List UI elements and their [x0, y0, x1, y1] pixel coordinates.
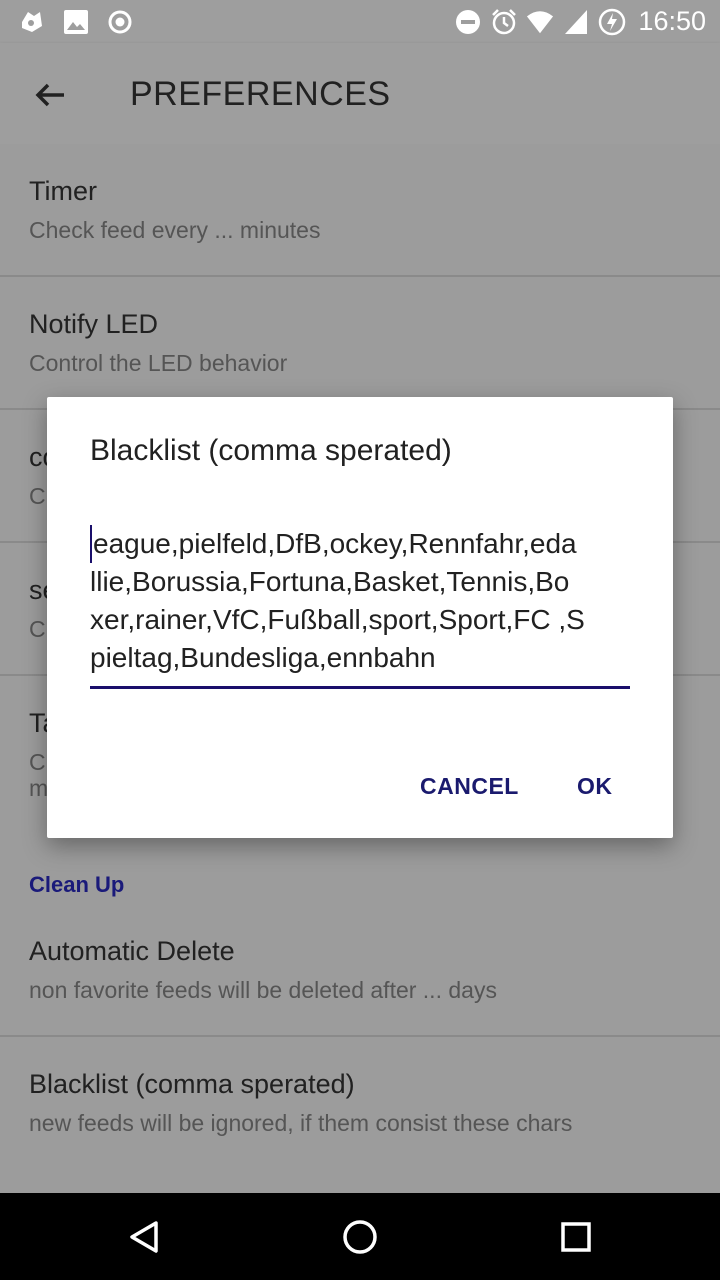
- ok-button[interactable]: OK: [577, 773, 613, 800]
- page-title: PREFERENCES: [130, 75, 391, 113]
- pref-automatic-delete[interactable]: Automatic Delete non favorite feeds will…: [0, 904, 720, 1037]
- pref-title: Blacklist (comma sperated): [29, 1069, 355, 1099]
- pref-title: Notify LED: [29, 309, 159, 339]
- pref-summary: new feeds will be ignored, if them consi…: [29, 1110, 573, 1136]
- pref-notify-led[interactable]: Notify LED Control the LED behavior: [0, 277, 720, 410]
- alarm-icon: [490, 8, 518, 36]
- input-line: llie,Borussia,Fortuna,Basket,Tennis,Bo: [90, 566, 570, 597]
- do-not-disturb-icon: [454, 8, 482, 36]
- input-line: pieltag,Bundesliga,ennbahn: [90, 642, 436, 673]
- blacklist-dialog: Blacklist (comma sperated) eague,pielfel…: [47, 397, 673, 838]
- recents-square-icon[interactable]: [552, 1213, 600, 1261]
- image-icon: [62, 8, 90, 36]
- app-bar: PREFERENCES: [0, 43, 720, 144]
- back-triangle-icon[interactable]: [120, 1213, 168, 1261]
- pref-summary: non favorite feeds will be deleted after…: [29, 977, 497, 1003]
- text-caret: [90, 525, 92, 563]
- blacklist-input[interactable]: eague,pielfeld,DfB,ockey,Rennfahr,eda ll…: [90, 525, 630, 689]
- pref-summary: Control the LED behavior: [29, 350, 288, 376]
- input-line: eague,pielfeld,DfB,ockey,Rennfahr,eda: [90, 525, 630, 563]
- dialog-title: Blacklist (comma sperated): [90, 434, 452, 467]
- blacklist-input-text[interactable]: eague,pielfeld,DfB,ockey,Rennfahr,eda ll…: [90, 525, 630, 677]
- app-notification-icon: [18, 8, 46, 36]
- wifi-icon: [526, 8, 554, 36]
- status-time: 16:50: [638, 6, 706, 36]
- pref-title: Automatic Delete: [29, 936, 235, 966]
- category-clean-up: Clean Up: [29, 872, 125, 897]
- pref-blacklist[interactable]: Blacklist (comma sperated) new feeds wil…: [0, 1037, 720, 1170]
- home-circle-icon[interactable]: [336, 1213, 384, 1261]
- arrow-back-icon[interactable]: [30, 75, 70, 115]
- status-bar: 16:50: [0, 0, 720, 43]
- record-icon: [106, 8, 134, 36]
- navigation-bar: [0, 1193, 720, 1280]
- pref-timer[interactable]: Timer Check feed every ... minutes: [0, 144, 720, 277]
- input-line: xer,rainer,VfC,Fußball,sport,Sport,FC ,S: [90, 604, 585, 635]
- pref-title: Timer: [29, 176, 97, 206]
- pref-summary: Check feed every ... minutes: [29, 217, 321, 243]
- signal-icon: [562, 8, 590, 36]
- cancel-button[interactable]: CANCEL: [420, 773, 519, 800]
- battery-charging-icon: [598, 8, 626, 36]
